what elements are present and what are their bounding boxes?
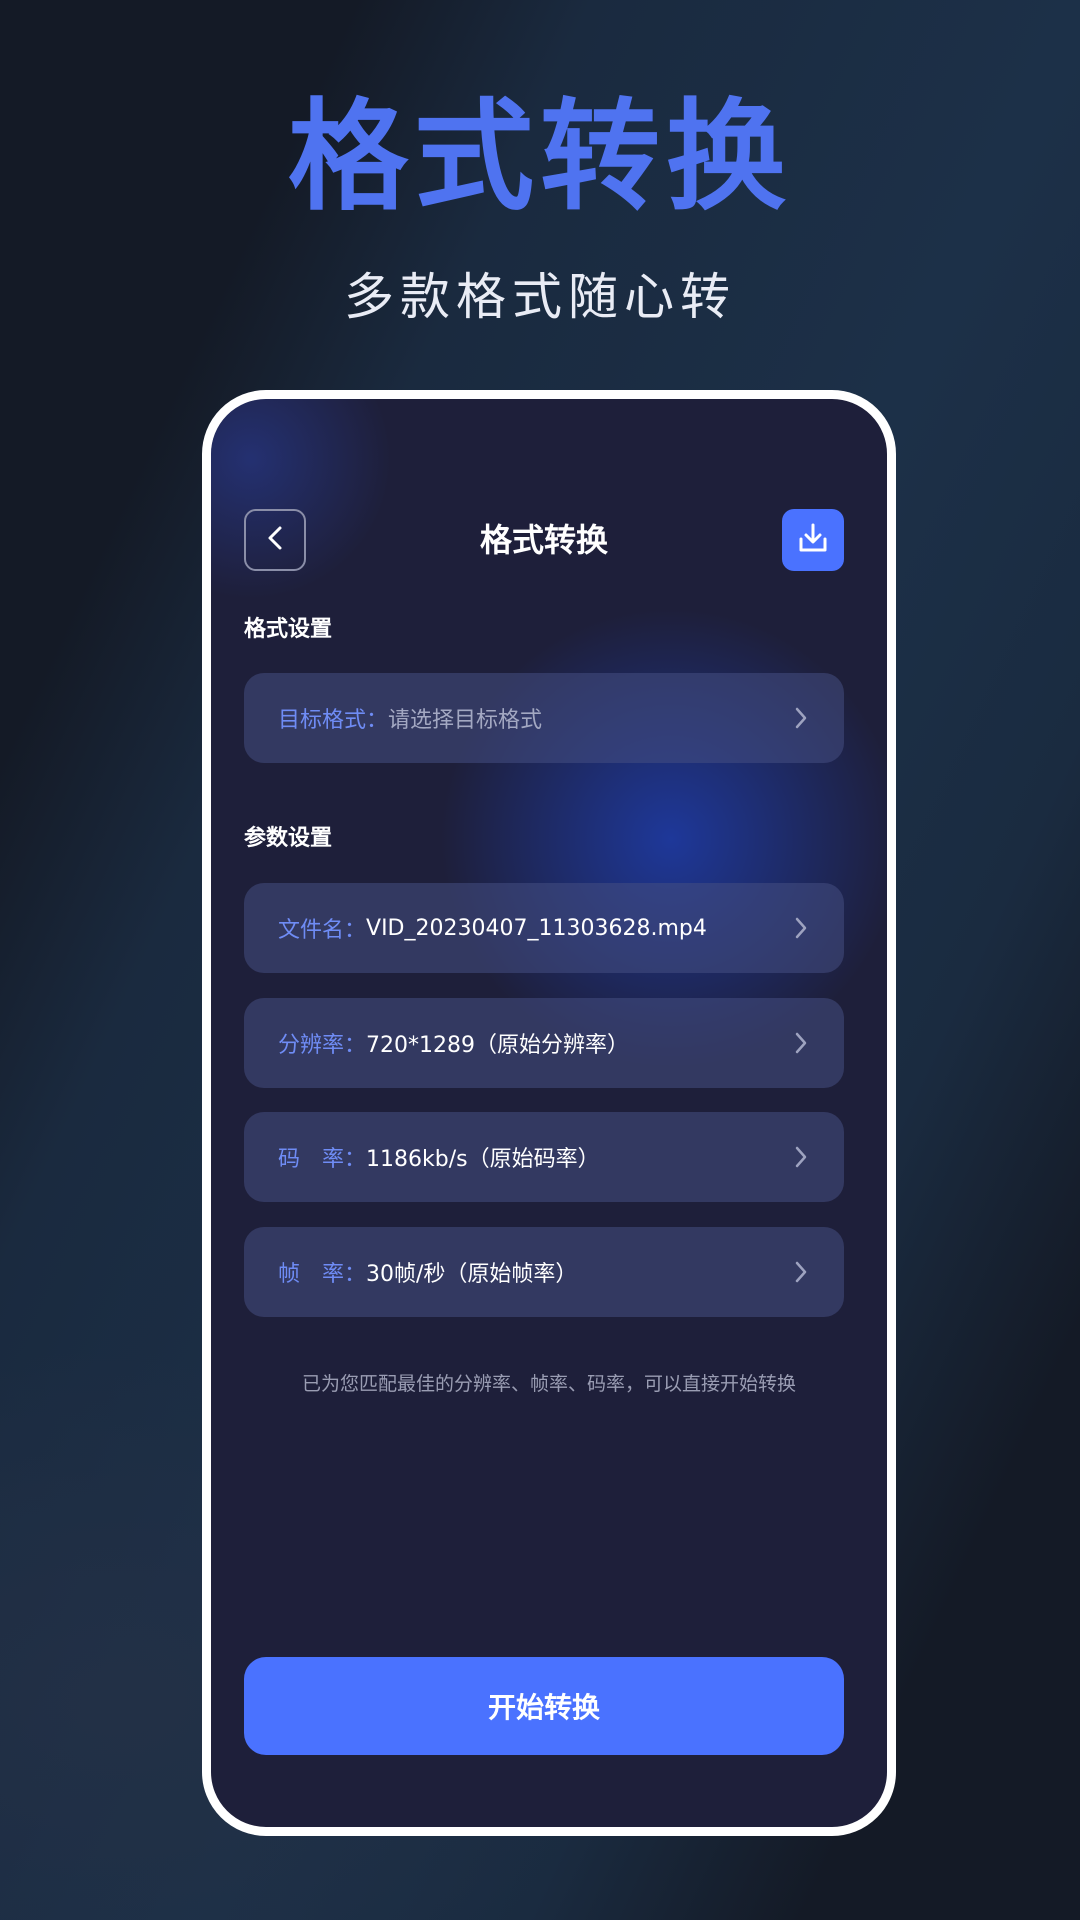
nav-bar: 格式转换 [244,509,844,571]
format-section-label: 格式设置 [244,617,333,642]
params-section-label: 参数设置 [244,826,333,851]
framerate-row[interactable]: 帧 率： 30帧/秒（原始帧率） [244,1227,844,1317]
poster-title: 格式转换 [288,88,792,227]
filename-key: 文件名： [278,918,367,943]
chevron-right-icon [792,705,810,731]
bitrate-value: 1186kb/s（原始码率） [366,1147,600,1172]
chevron-right-icon [792,1030,810,1056]
resolution-key: 分辨率： [278,1033,367,1058]
phone-frame: 格式转换 格式设置 目标格式： 请选择目标格式 参数设置 文件名： VID_20… [202,390,896,1836]
framerate-value: 30帧/秒（原始帧率） [366,1262,578,1287]
resolution-row[interactable]: 分辨率： 720*1289（原始分辨率） [244,998,844,1088]
bitrate-row[interactable]: 码 率： 1186kb/s（原始码率） [244,1112,844,1202]
download-button[interactable] [782,509,844,571]
bitrate-key: 码 率： [278,1147,367,1172]
resolution-value: 720*1289（原始分辨率） [366,1033,629,1058]
poster-subtitle: 多款格式随心转 [344,268,736,326]
chevron-left-icon [266,524,284,556]
hint-text: 已为您匹配最佳的分辨率、帧率、码率，可以直接开始转换 [301,1373,796,1395]
target-format-key: 目标格式： [278,708,389,733]
back-button[interactable] [244,509,306,571]
target-format-placeholder: 请选择目标格式 [388,708,543,733]
chevron-right-icon [792,1144,810,1170]
start-convert-button[interactable]: 开始转换 [244,1657,844,1755]
target-format-row[interactable]: 目标格式： 请选择目标格式 [244,673,844,763]
framerate-key: 帧 率： [278,1262,367,1287]
filename-row[interactable]: 文件名： VID_20230407_11303628.mp4 [244,883,844,973]
filename-value: VID_20230407_11303628.mp4 [366,915,707,941]
chevron-right-icon [792,1259,810,1285]
page-title: 格式转换 [479,521,608,559]
chevron-right-icon [792,915,810,941]
download-icon [796,521,830,559]
